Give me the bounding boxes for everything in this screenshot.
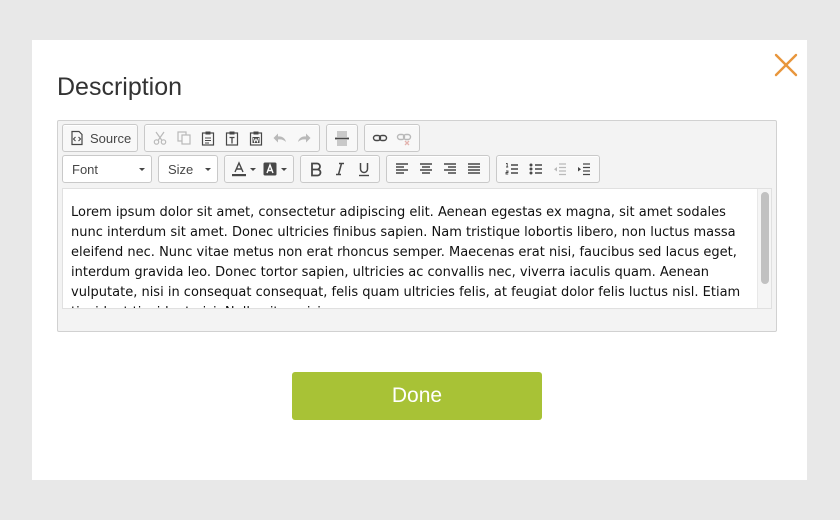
scrollbar-track[interactable] xyxy=(757,189,771,308)
source-icon xyxy=(71,130,83,146)
bold-button[interactable] xyxy=(304,158,328,180)
align-center-button[interactable] xyxy=(414,158,438,180)
size-combo[interactable]: Size xyxy=(158,155,218,183)
unlink-button[interactable] xyxy=(392,127,416,149)
paste-icon xyxy=(202,131,215,146)
italic-icon xyxy=(336,162,344,176)
undo-button[interactable] xyxy=(268,127,292,149)
done-button[interactable]: Done xyxy=(292,372,542,420)
dialog-title: Description xyxy=(57,73,183,101)
clipboard-group xyxy=(144,124,321,152)
basic-styles-group xyxy=(300,155,380,183)
horizontal-rule-group xyxy=(326,124,359,152)
paste-word-button[interactable] xyxy=(244,127,268,149)
close-button[interactable] xyxy=(773,52,799,78)
link-group xyxy=(364,124,421,152)
redo-icon xyxy=(298,133,311,143)
underline-button[interactable] xyxy=(352,158,376,180)
text-color-button[interactable] xyxy=(228,158,259,180)
copy-button[interactable] xyxy=(172,127,196,149)
source-button[interactable]: Source xyxy=(66,127,134,149)
indent-icon xyxy=(578,163,590,176)
font-combo[interactable]: Font xyxy=(62,155,152,183)
bold-icon xyxy=(311,162,322,177)
cut-button[interactable] xyxy=(148,127,172,149)
italic-button[interactable] xyxy=(328,158,352,180)
editor-content-text[interactable]: Lorem ipsum dolor sit amet, consectetur … xyxy=(71,203,753,308)
align-center-icon xyxy=(420,163,432,174)
paste-text-button[interactable] xyxy=(220,127,244,149)
description-dialog: Description Source Font Size Lorem ipsum… xyxy=(32,40,807,480)
background-color-icon xyxy=(263,162,277,176)
copy-icon xyxy=(177,131,191,145)
close-icon xyxy=(774,53,798,77)
undo-icon xyxy=(273,133,287,143)
paste-text-icon xyxy=(226,131,239,146)
link-icon xyxy=(373,134,388,142)
align-justify-icon xyxy=(468,163,480,174)
chevron-down-icon xyxy=(205,167,211,171)
bulleted-list-button[interactable] xyxy=(524,158,548,180)
rich-text-editor: Source Font Size Lorem ipsum dolor sit a… xyxy=(57,120,777,332)
background-color-button[interactable] xyxy=(259,158,290,180)
chevron-down-icon xyxy=(139,167,145,171)
editor-content-area[interactable]: Lorem ipsum dolor sit amet, consectetur … xyxy=(62,188,772,309)
indent-button[interactable] xyxy=(572,158,596,180)
color-group xyxy=(224,155,294,183)
align-left-button[interactable] xyxy=(390,158,414,180)
numbered-list-button[interactable] xyxy=(500,158,524,180)
toolbar-row-1: Source xyxy=(62,124,421,152)
text-color-icon xyxy=(232,161,246,177)
horizontal-rule-icon xyxy=(335,131,350,146)
font-combo-label: Font xyxy=(72,161,99,177)
outdent-icon xyxy=(554,163,566,176)
cut-icon xyxy=(153,131,167,145)
source-label: Source xyxy=(90,130,132,146)
underline-icon xyxy=(359,163,369,177)
bulleted-list-icon xyxy=(529,163,542,175)
paste-word-icon xyxy=(250,131,263,146)
align-right-icon xyxy=(444,163,456,174)
chevron-down-icon xyxy=(281,167,287,171)
source-group: Source xyxy=(62,124,139,152)
alignment-group xyxy=(386,155,490,183)
list-group xyxy=(496,155,600,183)
numbered-list-icon xyxy=(505,163,518,175)
align-justify-button[interactable] xyxy=(462,158,486,180)
align-right-button[interactable] xyxy=(438,158,462,180)
toolbar-row-2: Font Size xyxy=(62,155,600,183)
horizontal-rule-button[interactable] xyxy=(330,127,354,149)
align-left-icon xyxy=(396,163,408,174)
paste-button[interactable] xyxy=(196,127,220,149)
outdent-button[interactable] xyxy=(548,158,572,180)
link-button[interactable] xyxy=(368,127,392,149)
redo-button[interactable] xyxy=(292,127,316,149)
chevron-down-icon xyxy=(250,167,256,171)
size-combo-label: Size xyxy=(168,161,194,177)
unlink-icon xyxy=(397,133,412,146)
scrollbar-thumb[interactable] xyxy=(761,192,769,284)
